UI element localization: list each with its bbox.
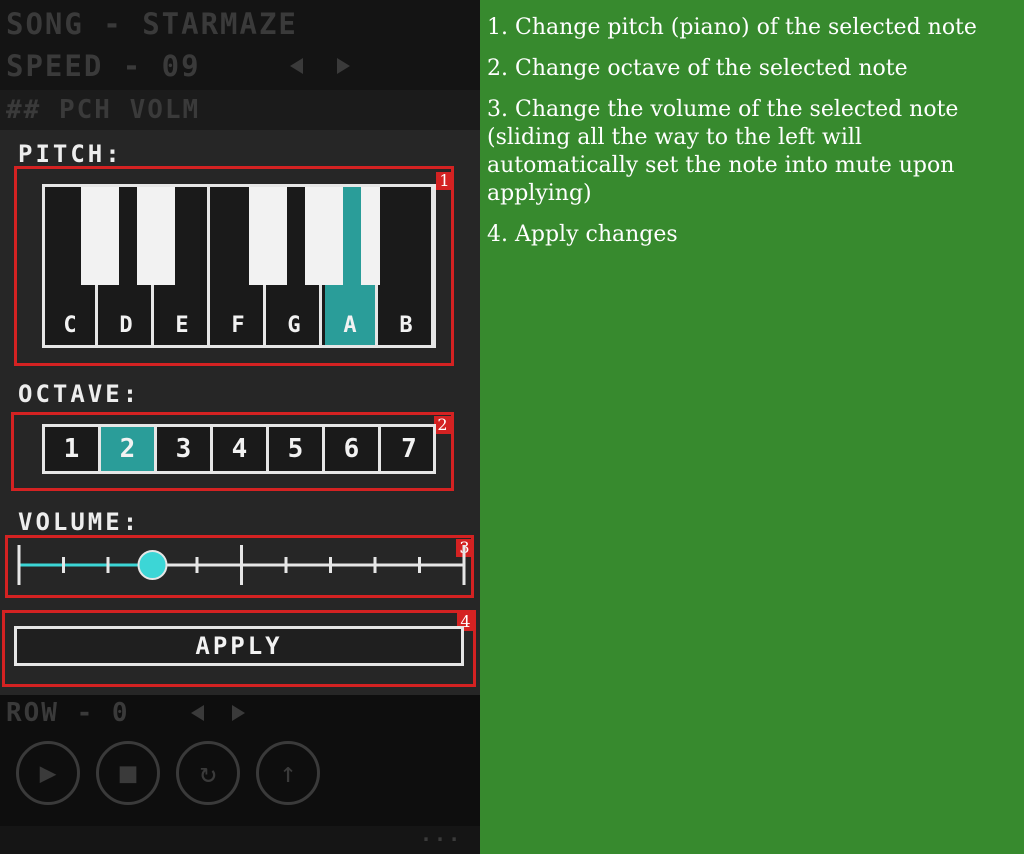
upload-button[interactable]: ↑ xyxy=(256,741,320,805)
volume-slider[interactable] xyxy=(16,540,468,590)
instruction-2: 2. Change octave of the selected note xyxy=(487,56,908,81)
octave-option-4[interactable]: 4 xyxy=(213,427,269,471)
octave-option-7[interactable]: 7 xyxy=(381,427,437,471)
octave-option-5[interactable]: 5 xyxy=(269,427,325,471)
loop-icon: ↻ xyxy=(199,756,217,789)
piano-key-label: D xyxy=(119,313,133,338)
octave-selector[interactable]: 1234567 xyxy=(42,424,436,474)
status-bar xyxy=(0,826,480,854)
octave-label: OCTAVE: xyxy=(18,380,141,408)
stop-icon: ■ xyxy=(119,756,137,789)
more-dots[interactable]: ... xyxy=(420,824,462,844)
speed-value: SPEED - 09 xyxy=(6,49,201,83)
piano-key-d-sharp[interactable] xyxy=(137,187,175,285)
piano-key-label: A xyxy=(343,313,357,338)
play-button[interactable]: ▶ xyxy=(16,741,80,805)
octave-option-3[interactable]: 3 xyxy=(157,427,213,471)
instructions-panel: 1. Change pitch (piano) of the selected … xyxy=(487,14,1019,262)
song-title: SONG - STARMAZE xyxy=(6,7,298,41)
piano-key-label: E xyxy=(175,313,189,338)
stop-button[interactable]: ■ xyxy=(96,741,160,805)
piano-key-label: G xyxy=(287,313,301,338)
piano-key-c-sharp[interactable] xyxy=(81,187,119,285)
instruction-1: 1. Change pitch (piano) of the selected … xyxy=(487,15,977,40)
column-header-text: ## PCH VOLM xyxy=(6,95,201,125)
row-decrease-icon[interactable] xyxy=(191,705,204,721)
row-increase-icon[interactable] xyxy=(232,705,245,721)
loop-button[interactable]: ↻ xyxy=(176,741,240,805)
speed-decrease-icon[interactable] xyxy=(290,58,303,74)
octave-option-6[interactable]: 6 xyxy=(325,427,381,471)
tracker-panel: SONG - STARMAZE SPEED - 09 ## PCH VOLM P… xyxy=(0,0,480,854)
piano-key-g-sharp[interactable] xyxy=(305,187,343,285)
octave-option-1[interactable]: 1 xyxy=(45,427,101,471)
play-icon: ▶ xyxy=(39,756,57,789)
pitch-label: PITCH: xyxy=(18,140,123,168)
pitch-badge: 1 xyxy=(436,172,453,190)
selected-key-highlight xyxy=(343,187,361,285)
piano-key-label: B xyxy=(399,313,413,338)
piano-key-b[interactable]: B xyxy=(381,187,434,345)
piano-key-f-sharp[interactable] xyxy=(249,187,287,285)
octave-option-2[interactable]: 2 xyxy=(101,427,157,471)
piano-keyboard[interactable]: CDEFGAB xyxy=(42,184,436,348)
piano-key-label: C xyxy=(63,313,77,338)
volume-knob[interactable] xyxy=(137,550,168,580)
upload-icon: ↑ xyxy=(279,756,297,789)
piano-key-label: F xyxy=(231,313,245,338)
speed-increase-icon[interactable] xyxy=(337,58,350,74)
instruction-3: 3. Change the volume of the selected not… xyxy=(487,97,959,206)
volume-label: VOLUME: xyxy=(18,508,141,536)
row-indicator: ROW - 0 xyxy=(6,698,130,728)
instruction-4: 4. Apply changes xyxy=(487,222,678,247)
apply-button[interactable]: APPLY xyxy=(14,626,464,666)
